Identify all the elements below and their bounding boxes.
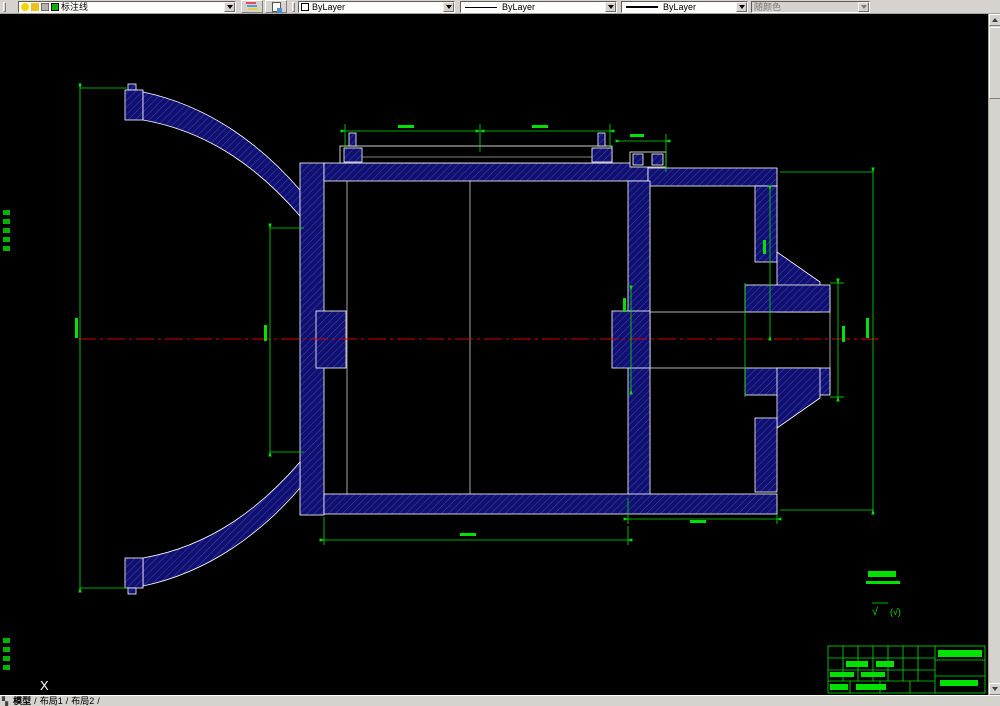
ucs-x-label: X — [40, 678, 49, 693]
cad-canvas[interactable]: √ (√) X — [0, 14, 988, 695]
ucs-icon: X — [40, 678, 49, 693]
scroll-up-button[interactable] — [989, 14, 1000, 26]
drawing-area[interactable]: √ (√) X — [0, 14, 988, 695]
roughness-symbol: √ — [872, 606, 879, 618]
linetype-combo-value: ByLayer — [502, 2, 536, 12]
color-combo-dropdown-arrow[interactable] — [443, 2, 454, 12]
lineweight-combo[interactable]: ByLayer — [621, 1, 748, 13]
tab-model[interactable]: 模型 — [11, 696, 33, 706]
layer-on-icon[interactable] — [21, 3, 29, 11]
make-object-layer-current-button[interactable] — [265, 0, 287, 13]
layer-manager-button[interactable] — [241, 0, 263, 13]
linetype-combo[interactable]: ByLayer — [460, 1, 617, 13]
layer-color-swatch — [51, 3, 59, 11]
title-block[interactable] — [827, 645, 986, 694]
toolbar-grip-2[interactable] — [292, 2, 295, 12]
tab-nav-icon[interactable]: ▚ — [2, 697, 8, 706]
layer-combo-value: 标注线 — [61, 2, 89, 12]
tab-layout1[interactable]: 布局1 — [38, 696, 65, 706]
scrollbar-thumb[interactable] — [989, 27, 1000, 99]
layer-sheet-icon — [271, 1, 282, 13]
roughness-symbol-alt: (√) — [890, 607, 901, 617]
layer-combo-dropdown-arrow[interactable] — [224, 2, 235, 12]
plotstyle-combo-dropdown-arrow — [858, 2, 869, 12]
lineweight-combo-dropdown-arrow[interactable] — [736, 2, 747, 12]
margin-vertical-text — [3, 210, 10, 670]
scroll-down-button[interactable] — [989, 683, 1000, 695]
color-swatch — [301, 3, 309, 11]
arrow-up-icon — [992, 15, 998, 22]
color-combo-value: ByLayer — [312, 2, 346, 12]
arrow-down-icon — [992, 687, 998, 694]
layout-tab-bar: ▚ 模型 / 布局1 / 布局2 / — [0, 695, 1000, 706]
toolbar-grip[interactable] — [3, 2, 6, 12]
object-properties-toolbar: 标注线 ByLayer ByLayer ByLayer 随颜色 — [0, 0, 1000, 14]
linetype-sample-icon — [465, 6, 497, 8]
plotstyle-combo-value: 随颜色 — [754, 2, 782, 12]
color-combo[interactable]: ByLayer — [298, 1, 455, 13]
tab-layout2[interactable]: 布局2 — [69, 696, 96, 706]
tab-separator: / — [97, 695, 100, 706]
layer-lock-icon[interactable] — [41, 3, 49, 11]
layers-icon — [246, 1, 258, 12]
vertical-scrollbar[interactable] — [988, 14, 1000, 695]
plotstyle-combo: 随颜色 — [751, 1, 870, 13]
layer-combo[interactable]: 标注线 — [18, 1, 236, 13]
lineweight-sample-icon — [626, 6, 658, 8]
surface-finish-annotation[interactable]: √ (√) — [866, 571, 901, 618]
linetype-combo-dropdown-arrow[interactable] — [605, 2, 616, 12]
layer-freeze-icon[interactable] — [31, 3, 39, 11]
lineweight-combo-value: ByLayer — [663, 2, 697, 12]
